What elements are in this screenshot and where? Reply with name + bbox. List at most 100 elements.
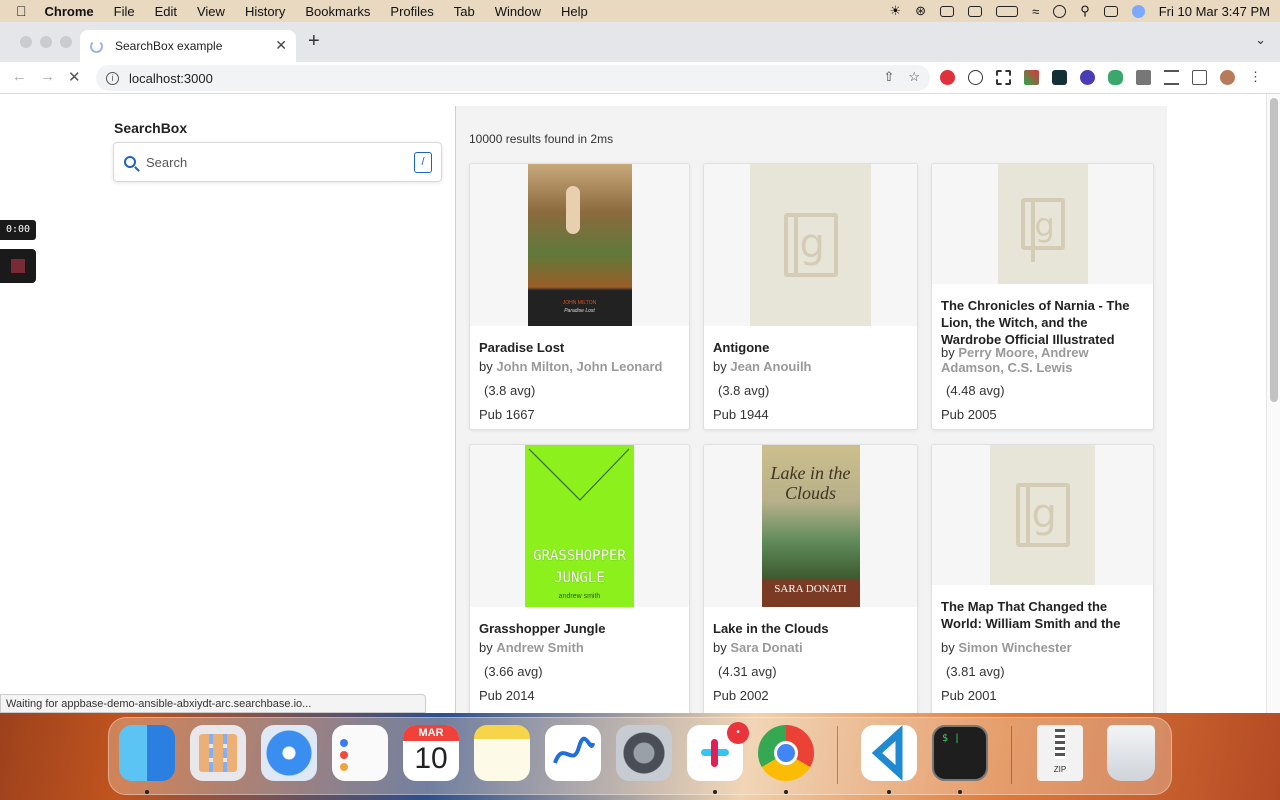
menu-bookmarks[interactable]: Bookmarks [305, 4, 370, 19]
safari-icon[interactable] [261, 725, 317, 781]
search-box[interactable]: / [113, 142, 442, 182]
menu-edit[interactable]: Edit [155, 4, 177, 19]
reminder-dot [340, 763, 348, 771]
maximize-window-button[interactable] [60, 36, 72, 48]
vscode-icon[interactable] [861, 725, 917, 781]
menu-history[interactable]: History [245, 4, 285, 19]
book-rating: (3.8 avg) [718, 383, 770, 398]
system-settings-icon[interactable] [616, 725, 672, 781]
minimize-window-button[interactable] [40, 36, 52, 48]
by-label: by [713, 359, 727, 374]
archive-zip-icon[interactable]: ZIP [1037, 725, 1083, 781]
wifi-icon[interactable]: ≈ [1032, 4, 1039, 19]
forward-arrow-icon[interactable]: → [40, 68, 55, 85]
extension-color-icon[interactable] [1024, 70, 1039, 85]
card-cover: GRASSHOPPER JUNGLE andrew smith [470, 445, 689, 607]
launchpad-icon[interactable] [190, 725, 246, 781]
window-controls [20, 36, 72, 48]
finder-icon[interactable] [119, 725, 175, 781]
result-card[interactable]: Lake in the Clouds SARA DONATI Lake in t… [703, 444, 918, 713]
book-pub-year: Pub 1667 [479, 407, 535, 422]
extension-crop-icon[interactable] [996, 70, 1011, 85]
cover-author-text: andrew smith [558, 593, 601, 600]
address-bar[interactable]: i localhost:3000 ⇧ ☆ [96, 65, 930, 91]
profile-avatar-icon[interactable] [1220, 70, 1235, 85]
control-center-icon[interactable] [1103, 5, 1118, 17]
book-title[interactable]: Lake in the Clouds [713, 620, 913, 637]
extension-grammar-icon[interactable] [968, 70, 983, 85]
zip-label: ZIP [1053, 765, 1067, 774]
stop-icon [11, 259, 25, 273]
side-panel-icon[interactable] [1192, 70, 1207, 85]
menu-window[interactable]: Window [495, 4, 541, 19]
freeform-icon[interactable] [545, 725, 601, 781]
page-scrollbar[interactable] [1266, 94, 1280, 713]
book-cover-placeholder: g [750, 164, 871, 326]
book-title[interactable]: Paradise Lost [479, 339, 684, 356]
reminders-icon[interactable] [332, 725, 388, 781]
bluetooth-icon[interactable]: ⊛ [915, 3, 926, 19]
keyboard-icon[interactable] [940, 5, 955, 17]
trash-icon[interactable] [1107, 725, 1155, 781]
book-title[interactable]: The Map That Changed the World: William … [941, 598, 1149, 634]
book-title[interactable]: Antigone [713, 339, 913, 356]
result-card[interactable]: GRASSHOPPER JUNGLE andrew smith Grasshop… [469, 444, 690, 713]
author-names: Andrew Smith [496, 640, 584, 655]
site-info-icon[interactable]: i [106, 71, 119, 85]
menu-app-name[interactable]: Chrome [45, 4, 94, 19]
scrollbar-thumb[interactable] [1270, 98, 1278, 402]
tab-search-chevron-icon[interactable]: ⌄ [1255, 32, 1266, 48]
terminal-icon[interactable]: $ | [932, 725, 988, 781]
book-title[interactable]: The Chronicles of Narnia - The Lion, the… [941, 297, 1149, 349]
new-tab-icon[interactable]: + [308, 30, 320, 53]
tab-searchbox-example[interactable]: SearchBox example ✕ [80, 30, 296, 62]
menu-help[interactable]: Help [561, 4, 588, 19]
apple-icon[interactable]:  [16, 3, 27, 19]
results-count: 10000 results found in 2ms [469, 132, 614, 146]
more-menu-icon[interactable]: ⋮ [1248, 70, 1263, 85]
extension-red-icon[interactable] [940, 70, 955, 85]
stop-recording-button[interactable] [0, 249, 36, 283]
cover-title-text: Lake in the Clouds [770, 463, 851, 503]
menu-view[interactable]: View [197, 4, 225, 19]
author-names: Perry Moore, Andrew Adamson, C.S. Lewis [941, 345, 1089, 375]
play-icon[interactable] [1053, 4, 1067, 18]
brightness-icon[interactable]: ☀ [890, 3, 902, 19]
book-authors: by Andrew Smith [479, 640, 684, 655]
chrome-icon[interactable] [758, 725, 814, 781]
result-card[interactable]: g Antigone by Jean Anouilh (3.8 avg) Pub… [703, 163, 918, 430]
reading-list-icon[interactable] [1164, 70, 1179, 85]
menu-profiles[interactable]: Profiles [390, 4, 433, 19]
result-card[interactable]: g The Map That Changed the World: Willia… [931, 444, 1154, 713]
close-tab-icon[interactable]: ✕ [275, 37, 287, 54]
running-indicator [145, 790, 149, 794]
extension-green-icon[interactable] [1108, 70, 1123, 85]
extension-purple-icon[interactable] [1080, 70, 1095, 85]
display-icon[interactable] [968, 5, 983, 17]
menu-file[interactable]: File [114, 4, 135, 19]
search-input[interactable] [146, 154, 386, 170]
notes-icon[interactable] [474, 725, 530, 781]
spotlight-search-icon[interactable]: ⚲ [1080, 3, 1090, 19]
menu-clock[interactable]: Fri 10 Mar 3:47 PM [1159, 4, 1270, 19]
back-arrow-icon[interactable]: ← [12, 68, 27, 85]
bookmark-star-icon[interactable]: ☆ [908, 69, 920, 85]
book-title[interactable]: Grasshopper Jungle [479, 620, 684, 637]
url-text[interactable]: localhost:3000 [129, 71, 213, 86]
calendar-icon[interactable]: MAR 10 [403, 725, 459, 781]
siri-icon[interactable] [1131, 4, 1145, 18]
share-icon[interactable]: ⇧ [883, 69, 894, 85]
book-pub-year: Pub 2002 [713, 688, 769, 703]
extension-dark-icon[interactable] [1052, 70, 1067, 85]
running-indicator [713, 790, 717, 794]
stop-loading-icon[interactable]: ✕ [68, 68, 81, 86]
result-card[interactable]: g The Chronicles of Narnia - The Lion, t… [931, 163, 1154, 430]
web-page: SearchBox / 0:00 10000 results found in … [0, 94, 1280, 713]
close-window-button[interactable] [20, 36, 32, 48]
extensions-puzzle-icon[interactable] [1136, 70, 1151, 85]
result-card[interactable]: JOHN MILTON Paradise Lost Paradise Lost … [469, 163, 690, 430]
book-authors: by John Milton, John Leonard [479, 359, 684, 374]
battery-icon[interactable] [996, 5, 1019, 17]
dock-separator [837, 726, 838, 784]
menu-tab[interactable]: Tab [454, 4, 475, 19]
